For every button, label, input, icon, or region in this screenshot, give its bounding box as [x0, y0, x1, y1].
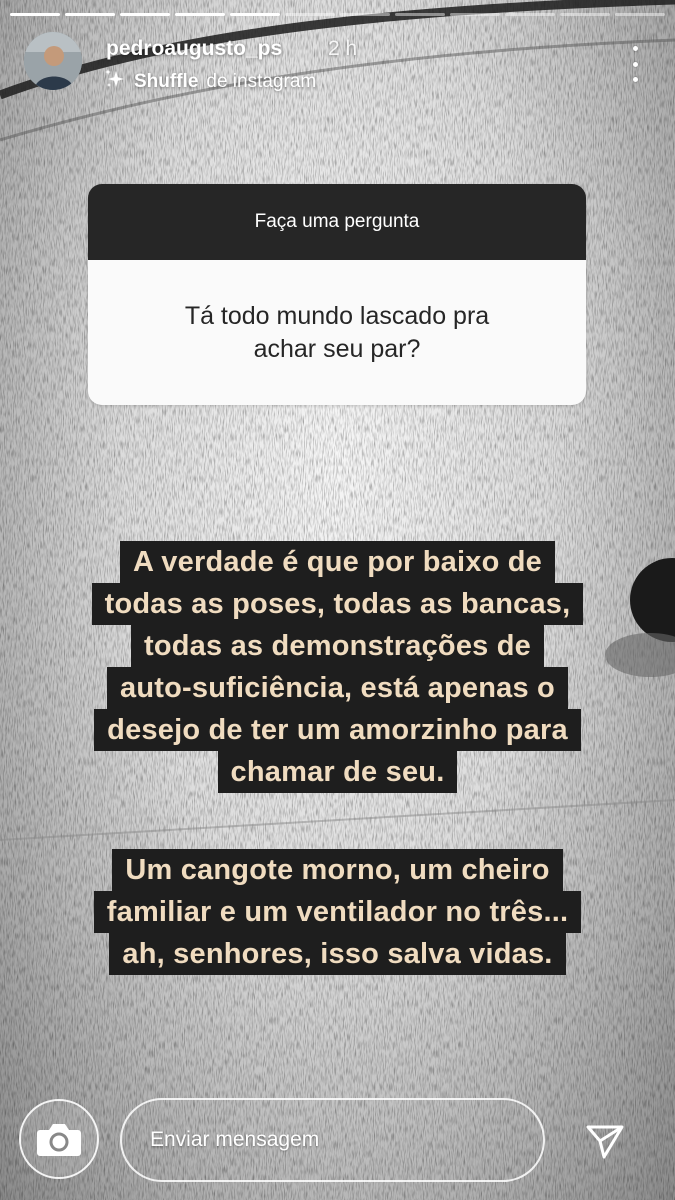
progress-segment — [395, 13, 445, 16]
camera-button[interactable] — [18, 1098, 100, 1180]
caption-line: ah, senhores, isso salva vidas. — [109, 933, 566, 975]
more-vertical-icon[interactable] — [625, 46, 645, 82]
progress-segment — [120, 13, 170, 16]
story-timestamp: 2 h — [328, 37, 358, 60]
caption-block-1: A verdade é que por baixo de todas as po… — [0, 541, 675, 793]
progress-segment — [450, 13, 500, 16]
progress-segment — [175, 13, 225, 16]
camera-icon — [19, 1099, 99, 1179]
app-suffix: de instagram — [206, 71, 317, 92]
app-attribution[interactable]: Shuffle de instagram — [104, 68, 316, 96]
app-name: Shuffle — [134, 71, 199, 92]
caption-line: A verdade é que por baixo de — [119, 541, 556, 583]
question-sticker-text: Tá todo mundo lascado pra achar seu par? — [88, 260, 586, 405]
message-input[interactable]: Enviar mensagem — [120, 1098, 545, 1182]
caption-line: todas as poses, todas as bancas, — [91, 583, 584, 625]
caption-line: chamar de seu. — [217, 751, 458, 793]
progress-segment — [615, 13, 665, 16]
progress-segment — [230, 13, 280, 16]
question-sticker[interactable]: Faça uma pergunta Tá todo mundo lascado … — [88, 184, 586, 405]
progress-segment — [65, 13, 115, 16]
caption-block-2: Um cangote morno, um cheiro familiar e u… — [0, 849, 675, 975]
username[interactable]: pedroaugusto_ps — [106, 37, 282, 61]
caption-line: Um cangote morno, um cheiro — [112, 849, 563, 891]
story-progress-bar — [10, 13, 665, 16]
caption-line: auto-suficiência, está apenas o — [107, 667, 568, 709]
avatar[interactable] — [24, 32, 82, 90]
caption-line: todas as demonstrações de — [131, 625, 544, 667]
story-header: pedroaugusto_ps 2 h Shuffle de instagram — [20, 30, 655, 96]
send-icon — [586, 1125, 624, 1159]
question-sticker-header: Faça uma pergunta — [88, 184, 586, 260]
question-line: Tá todo mundo lascado pra — [184, 301, 490, 330]
caption-line: desejo de ter um amorzinho para — [94, 709, 581, 751]
progress-segment — [340, 13, 390, 16]
progress-segment — [285, 13, 335, 16]
progress-segment — [10, 13, 60, 16]
progress-segment — [505, 13, 555, 16]
progress-segment — [560, 13, 610, 16]
sparkle-icon — [104, 68, 126, 96]
message-placeholder: Enviar mensagem — [150, 1128, 320, 1151]
send-button[interactable] — [584, 1121, 626, 1163]
caption-line: familiar e um ventilador no três... — [93, 891, 582, 933]
question-line: achar seu par? — [253, 334, 421, 363]
